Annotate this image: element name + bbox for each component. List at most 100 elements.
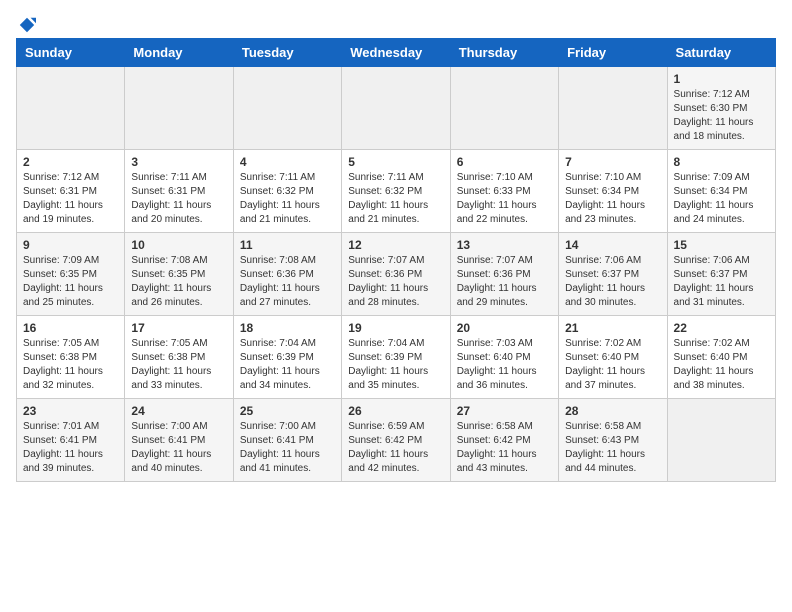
logo-icon bbox=[18, 16, 36, 34]
day-info: Sunrise: 6:59 AMSunset: 6:42 PMDaylight:… bbox=[348, 420, 443, 476]
calendar-empty-cell bbox=[125, 67, 233, 150]
calendar-day-3: 3 Sunrise: 7:11 AMSunset: 6:31 PMDaylight… bbox=[125, 150, 233, 233]
calendar-empty-cell bbox=[667, 399, 775, 482]
day-number: 15 bbox=[674, 238, 769, 252]
calendar-day-28: 28 Sunrise: 6:58 AMSunset: 6:43 PMDayligh… bbox=[559, 399, 667, 482]
day-info: Sunrise: 7:02 AMSunset: 6:40 PMDaylight:… bbox=[674, 337, 769, 393]
calendar-day-27: 27Sunrise: 6:58 AMSunset: 6:42 PMDayligh… bbox=[450, 399, 558, 482]
logo bbox=[16, 16, 36, 30]
calendar-day-24: 24 Sunrise: 7:00 AMSunset: 6:41 PMDayligh… bbox=[125, 399, 233, 482]
day-number: 7 bbox=[565, 155, 660, 169]
calendar-day-12: 12 Sunrise: 7:07 AMSunset: 6:36 PMDayligh… bbox=[342, 233, 450, 316]
calendar-empty-cell bbox=[450, 67, 558, 150]
day-info: Sunrise: 7:03 AMSunset: 6:40 PMDaylight:… bbox=[457, 337, 552, 393]
day-number: 10 bbox=[131, 238, 226, 252]
calendar-week-row: 2 Sunrise: 7:12 AMSunset: 6:31 PMDaylight… bbox=[17, 150, 776, 233]
calendar-empty-cell bbox=[233, 67, 341, 150]
day-number: 1 bbox=[674, 72, 769, 86]
calendar-day-23: 23Sunrise: 7:01 AMSunset: 6:41 PMDayligh… bbox=[17, 399, 125, 482]
day-info: Sunrise: 6:58 AMSunset: 6:43 PMDaylight:… bbox=[565, 420, 660, 476]
day-info: Sunrise: 7:07 AMSunset: 6:36 PMDaylight:… bbox=[457, 254, 552, 310]
calendar-day-10: 10Sunrise: 7:08 AMSunset: 6:35 PMDayligh… bbox=[125, 233, 233, 316]
day-number: 20 bbox=[457, 321, 552, 335]
calendar-day-25: 25 Sunrise: 7:00 AMSunset: 6:41 PMDayligh… bbox=[233, 399, 341, 482]
day-number: 8 bbox=[674, 155, 769, 169]
calendar-week-row: 16 Sunrise: 7:05 AMSunset: 6:38 PMDayligh… bbox=[17, 316, 776, 399]
day-number: 5 bbox=[348, 155, 443, 169]
day-info: Sunrise: 7:05 AMSunset: 6:38 PMDaylight:… bbox=[23, 337, 118, 393]
calendar-header-sunday: Sunday bbox=[17, 39, 125, 67]
day-info: Sunrise: 7:10 AMSunset: 6:33 PMDaylight:… bbox=[457, 171, 552, 227]
calendar-week-row: 1Sunrise: 7:12 AMSunset: 6:30 PMDaylight… bbox=[17, 67, 776, 150]
day-info: Sunrise: 7:01 AMSunset: 6:41 PMDaylight:… bbox=[23, 420, 118, 476]
calendar-header-friday: Friday bbox=[559, 39, 667, 67]
day-info: Sunrise: 7:04 AMSunset: 6:39 PMDaylight:… bbox=[240, 337, 335, 393]
day-number: 2 bbox=[23, 155, 118, 169]
calendar-day-13: 13 Sunrise: 7:07 AMSunset: 6:36 PMDayligh… bbox=[450, 233, 558, 316]
calendar-empty-cell bbox=[342, 67, 450, 150]
day-info: Sunrise: 7:11 AMSunset: 6:31 PMDaylight:… bbox=[131, 171, 226, 227]
day-number: 14 bbox=[565, 238, 660, 252]
calendar-day-17: 17 Sunrise: 7:05 AMSunset: 6:38 PMDayligh… bbox=[125, 316, 233, 399]
day-info: Sunrise: 7:06 AMSunset: 6:37 PMDaylight:… bbox=[565, 254, 660, 310]
day-number: 18 bbox=[240, 321, 335, 335]
day-number: 28 bbox=[565, 404, 660, 418]
day-number: 12 bbox=[348, 238, 443, 252]
day-info: Sunrise: 7:05 AMSunset: 6:38 PMDaylight:… bbox=[131, 337, 226, 393]
calendar-day-22: 22Sunrise: 7:02 AMSunset: 6:40 PMDayligh… bbox=[667, 316, 775, 399]
calendar-day-14: 14 Sunrise: 7:06 AMSunset: 6:37 PMDayligh… bbox=[559, 233, 667, 316]
calendar-day-15: 15 Sunrise: 7:06 AMSunset: 6:37 PMDayligh… bbox=[667, 233, 775, 316]
day-info: Sunrise: 7:12 AMSunset: 6:31 PMDaylight:… bbox=[23, 171, 118, 227]
calendar-day-6: 6 Sunrise: 7:10 AMSunset: 6:33 PMDaylight… bbox=[450, 150, 558, 233]
day-number: 27 bbox=[457, 404, 552, 418]
calendar-header-tuesday: Tuesday bbox=[233, 39, 341, 67]
calendar-week-row: 23Sunrise: 7:01 AMSunset: 6:41 PMDayligh… bbox=[17, 399, 776, 482]
calendar-header-wednesday: Wednesday bbox=[342, 39, 450, 67]
calendar-table: SundayMondayTuesdayWednesdayThursdayFrid… bbox=[16, 38, 776, 482]
day-number: 3 bbox=[131, 155, 226, 169]
day-number: 16 bbox=[23, 321, 118, 335]
calendar-day-4: 4Sunrise: 7:11 AMSunset: 6:32 PMDaylight… bbox=[233, 150, 341, 233]
calendar-day-18: 18 Sunrise: 7:04 AMSunset: 6:39 PMDayligh… bbox=[233, 316, 341, 399]
calendar-header-monday: Monday bbox=[125, 39, 233, 67]
calendar-day-26: 26 Sunrise: 6:59 AMSunset: 6:42 PMDayligh… bbox=[342, 399, 450, 482]
day-info: Sunrise: 7:00 AMSunset: 6:41 PMDaylight:… bbox=[240, 420, 335, 476]
calendar-empty-cell bbox=[559, 67, 667, 150]
calendar-header-saturday: Saturday bbox=[667, 39, 775, 67]
day-number: 13 bbox=[457, 238, 552, 252]
day-number: 11 bbox=[240, 238, 335, 252]
day-number: 19 bbox=[348, 321, 443, 335]
day-info: Sunrise: 7:09 AMSunset: 6:35 PMDaylight:… bbox=[23, 254, 118, 310]
calendar-day-1: 1Sunrise: 7:12 AMSunset: 6:30 PMDaylight… bbox=[667, 67, 775, 150]
calendar-header-row: SundayMondayTuesdayWednesdayThursdayFrid… bbox=[17, 39, 776, 67]
day-info: Sunrise: 7:10 AMSunset: 6:34 PMDaylight:… bbox=[565, 171, 660, 227]
day-info: Sunrise: 7:07 AMSunset: 6:36 PMDaylight:… bbox=[348, 254, 443, 310]
day-number: 17 bbox=[131, 321, 226, 335]
day-info: Sunrise: 7:06 AMSunset: 6:37 PMDaylight:… bbox=[674, 254, 769, 310]
day-info: Sunrise: 7:09 AMSunset: 6:34 PMDaylight:… bbox=[674, 171, 769, 227]
day-info: Sunrise: 7:00 AMSunset: 6:41 PMDaylight:… bbox=[131, 420, 226, 476]
day-info: Sunrise: 7:02 AMSunset: 6:40 PMDaylight:… bbox=[565, 337, 660, 393]
day-number: 24 bbox=[131, 404, 226, 418]
calendar-day-8: 8 Sunrise: 7:09 AMSunset: 6:34 PMDaylight… bbox=[667, 150, 775, 233]
day-number: 21 bbox=[565, 321, 660, 335]
calendar-day-21: 21 Sunrise: 7:02 AMSunset: 6:40 PMDayligh… bbox=[559, 316, 667, 399]
calendar-empty-cell bbox=[17, 67, 125, 150]
calendar-day-11: 11Sunrise: 7:08 AMSunset: 6:36 PMDayligh… bbox=[233, 233, 341, 316]
calendar-day-20: 20 Sunrise: 7:03 AMSunset: 6:40 PMDayligh… bbox=[450, 316, 558, 399]
day-info: Sunrise: 7:11 AMSunset: 6:32 PMDaylight:… bbox=[348, 171, 443, 227]
day-number: 4 bbox=[240, 155, 335, 169]
calendar-day-7: 7 Sunrise: 7:10 AMSunset: 6:34 PMDaylight… bbox=[559, 150, 667, 233]
calendar-day-2: 2 Sunrise: 7:12 AMSunset: 6:31 PMDaylight… bbox=[17, 150, 125, 233]
calendar-day-9: 9 Sunrise: 7:09 AMSunset: 6:35 PMDaylight… bbox=[17, 233, 125, 316]
calendar-day-5: 5 Sunrise: 7:11 AMSunset: 6:32 PMDaylight… bbox=[342, 150, 450, 233]
day-number: 25 bbox=[240, 404, 335, 418]
day-number: 9 bbox=[23, 238, 118, 252]
day-number: 6 bbox=[457, 155, 552, 169]
page-header bbox=[16, 16, 776, 30]
day-number: 26 bbox=[348, 404, 443, 418]
calendar-day-16: 16 Sunrise: 7:05 AMSunset: 6:38 PMDayligh… bbox=[17, 316, 125, 399]
calendar-day-19: 19 Sunrise: 7:04 AMSunset: 6:39 PMDayligh… bbox=[342, 316, 450, 399]
calendar-header-thursday: Thursday bbox=[450, 39, 558, 67]
day-info: Sunrise: 7:04 AMSunset: 6:39 PMDaylight:… bbox=[348, 337, 443, 393]
